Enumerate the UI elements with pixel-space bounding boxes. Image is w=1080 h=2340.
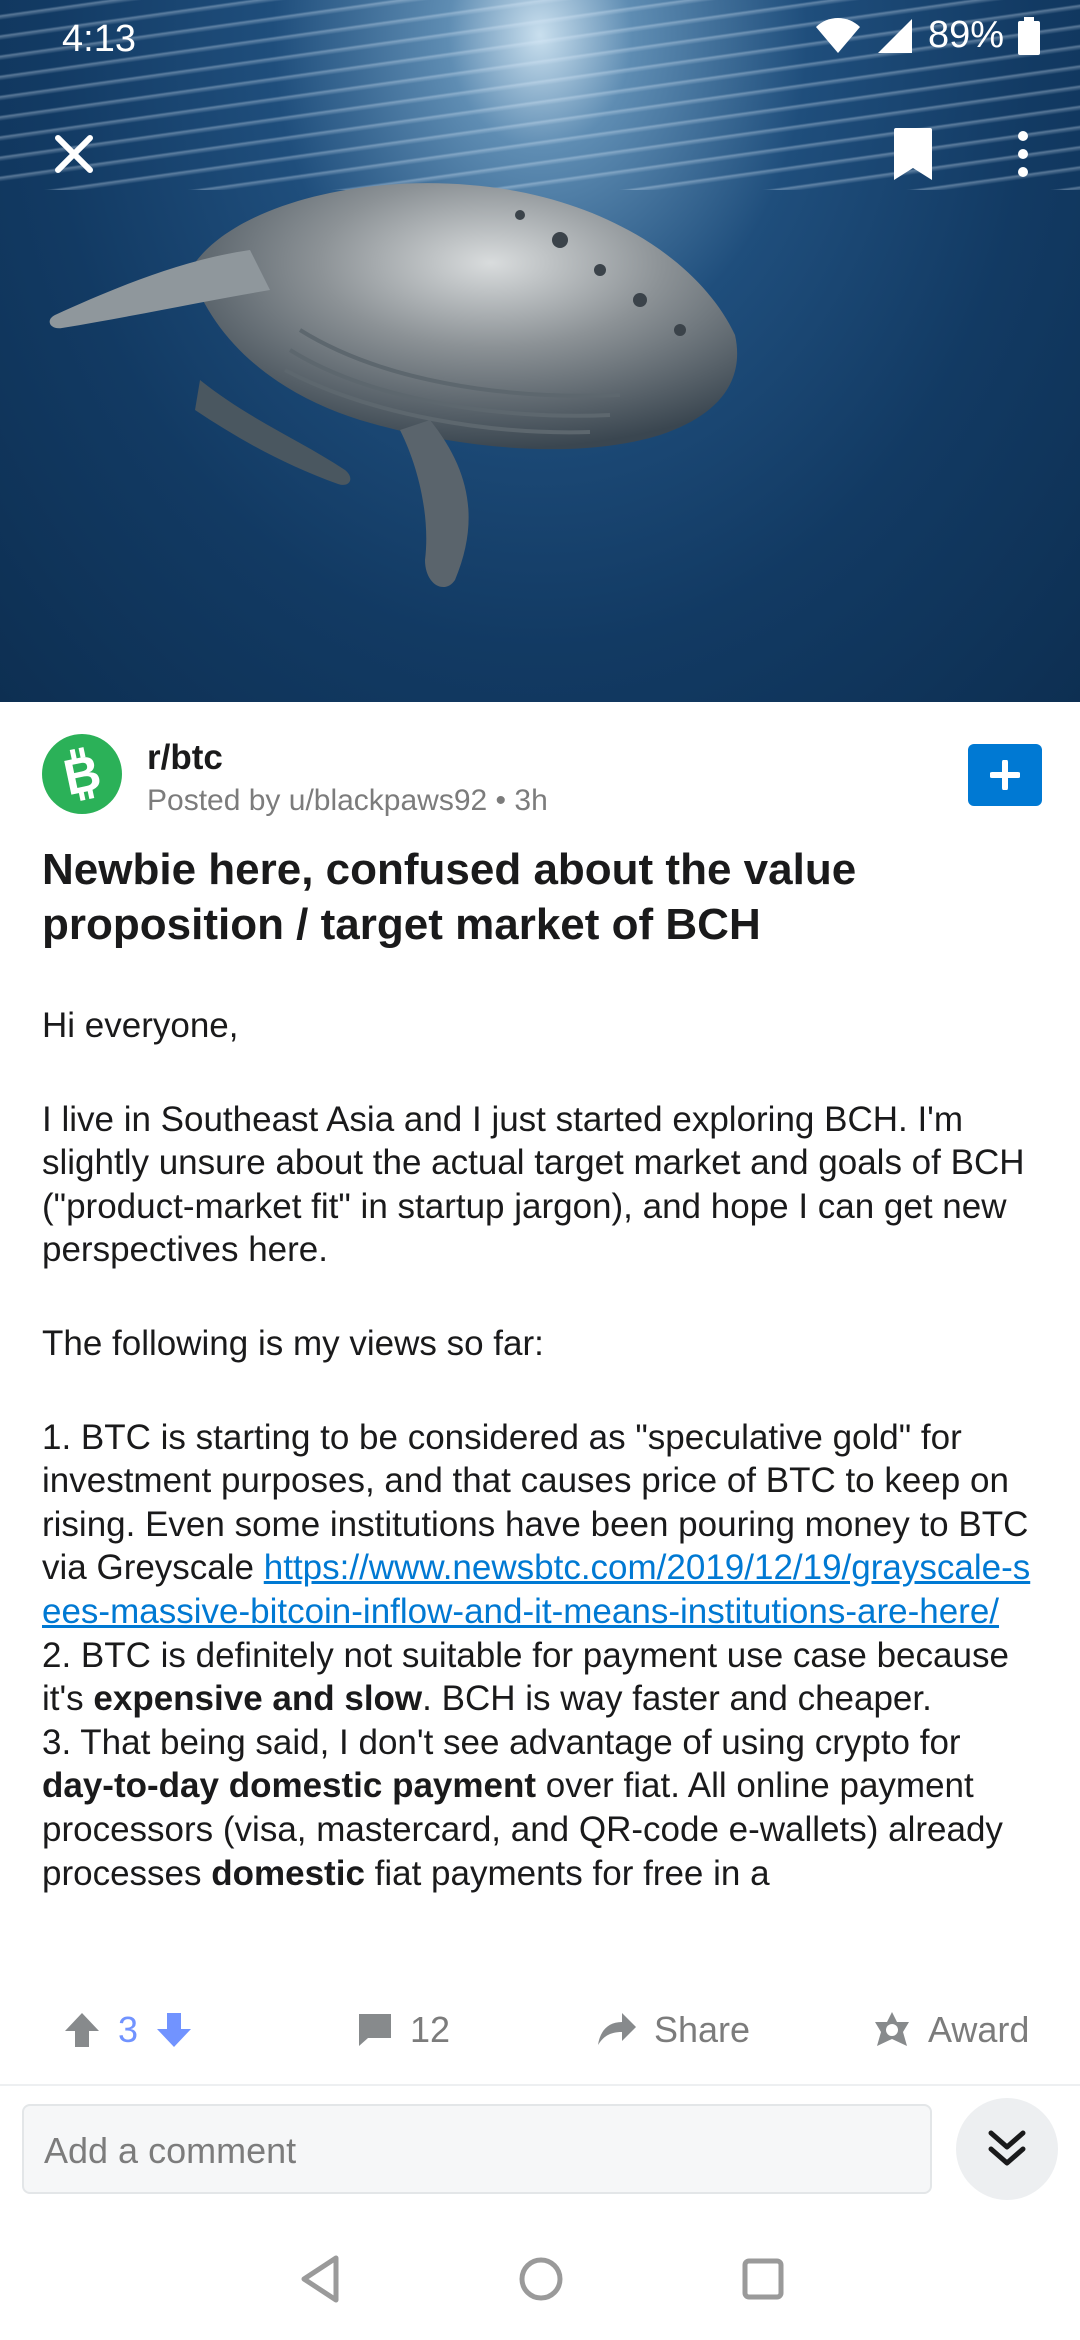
- home-icon[interactable]: [518, 2256, 564, 2302]
- award-icon: [875, 2012, 909, 2046]
- award-label: Award: [928, 2009, 1030, 2050]
- whale-image: [49, 183, 738, 588]
- list-item-text: . BCH is way faster and cheaper.: [422, 1679, 932, 1719]
- list-item-text: fiat payments for free in a: [364, 1853, 770, 1893]
- post-header: B r/btc Posted by u/blackpaws92 • 3h: [42, 734, 1042, 824]
- list-item: 3. That being said, I don't see advantag…: [42, 1721, 1042, 1895]
- list-item: 2. BTC is definitely not suitable for pa…: [42, 1634, 1042, 1721]
- subreddit-avatar[interactable]: B: [42, 734, 122, 814]
- bold-text: expensive and slow: [93, 1679, 423, 1719]
- award-button[interactable]: Award: [872, 1990, 1029, 2070]
- comment-count: 12: [410, 2009, 451, 2050]
- comment-icon: [359, 2014, 391, 2046]
- double-chevron-down-icon: [988, 2130, 1026, 2166]
- share-label: Share: [654, 2009, 751, 2050]
- body-paragraph: Hi everyone,: [42, 1006, 239, 1045]
- downvote-icon[interactable]: [154, 2010, 194, 2050]
- next-comment-button[interactable]: [956, 2098, 1058, 2200]
- more-vertical-icon[interactable]: [1000, 124, 1046, 184]
- divider: [0, 2084, 1080, 2086]
- subreddit-name[interactable]: r/btc: [147, 738, 223, 778]
- comment-placeholder: Add a comment: [44, 2130, 297, 2171]
- share-icon: [598, 2013, 636, 2045]
- bitcoin-cash-icon: B: [59, 746, 106, 802]
- system-nav-bar: [0, 2230, 1080, 2340]
- vote-group: 3: [62, 1990, 194, 2070]
- post-author-meta[interactable]: Posted by u/blackpaws92 • 3h: [147, 784, 548, 818]
- bold-text: day-to-day domestic payment: [42, 1766, 536, 1806]
- upvote-icon[interactable]: [62, 2010, 102, 2050]
- comment-input[interactable]: Add a comment: [22, 2104, 932, 2194]
- vote-score: 3: [118, 2009, 139, 2050]
- back-icon[interactable]: [298, 2254, 342, 2304]
- post-title: Newbie here, confused about the value pr…: [42, 845, 857, 949]
- cell-signal-icon: [877, 18, 912, 53]
- post-body: Hi everyone, I live in Southeast Asia an…: [42, 1004, 1042, 1960]
- body-paragraph: I live in Southeast Asia and I just star…: [42, 1099, 1025, 1270]
- plus-icon: [990, 760, 1020, 790]
- comments-button[interactable]: 12: [356, 1990, 450, 2070]
- status-bar: 4:13 89%: [0, 0, 1080, 80]
- status-icons: 89%: [814, 14, 1040, 57]
- bookmark-icon[interactable]: [886, 124, 940, 184]
- post-image[interactable]: 4:13 89%: [0, 0, 1080, 702]
- list-item-text: 3. That being said, I don't see advantag…: [42, 1722, 961, 1762]
- body-paragraph: The following is my views so far:: [42, 1323, 544, 1363]
- battery-icon: [1018, 16, 1040, 55]
- recents-icon[interactable]: [742, 2258, 784, 2300]
- post-action-bar: 3 12 Share Award: [0, 1990, 1080, 2070]
- share-button[interactable]: Share: [596, 1990, 750, 2070]
- battery-percent: 89%: [927, 14, 1004, 56]
- list-item: 1. BTC is starting to be considered as "…: [42, 1416, 1042, 1634]
- bold-text: domestic: [211, 1853, 365, 1893]
- join-subreddit-button[interactable]: [968, 744, 1042, 806]
- close-icon[interactable]: [44, 124, 104, 184]
- status-time: 4:13: [62, 18, 136, 60]
- wifi-icon: [815, 17, 860, 53]
